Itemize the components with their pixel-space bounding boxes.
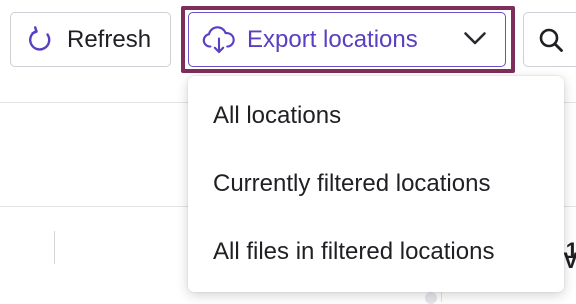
- menu-item-all-files-in-filtered-locations[interactable]: All files in filtered locations: [188, 218, 564, 286]
- search-icon: [538, 27, 564, 53]
- menu-item-all-locations[interactable]: All locations: [188, 82, 564, 150]
- search-button[interactable]: [523, 12, 576, 67]
- column-divider: [54, 231, 55, 264]
- refresh-icon: [25, 25, 55, 55]
- scrollbar-thumb[interactable]: [425, 292, 437, 304]
- menu-item-currently-filtered-locations[interactable]: Currently filtered locations: [188, 150, 564, 218]
- cloud-download-icon: [201, 25, 237, 55]
- export-locations-label: Export locations: [247, 25, 418, 53]
- export-locations-menu: All locations Currently filtered locatio…: [188, 76, 564, 292]
- export-locations-button[interactable]: Export locations: [188, 12, 506, 67]
- table-cell-value: 1: [565, 238, 576, 263]
- refresh-button[interactable]: Refresh: [10, 12, 171, 67]
- refresh-button-label: Refresh: [67, 25, 152, 53]
- chevron-down-icon: [463, 30, 487, 46]
